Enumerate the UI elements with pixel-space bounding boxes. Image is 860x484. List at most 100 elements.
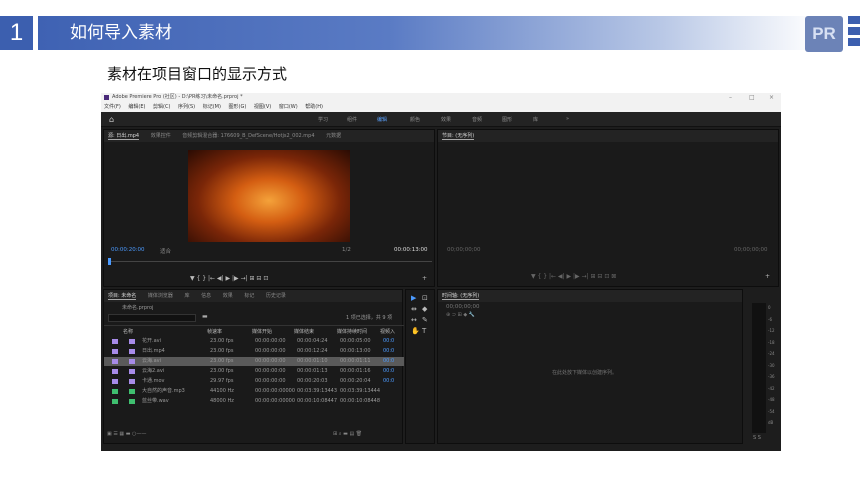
list-item[interactable]: 花开.avi 23.00 fps 00:00:00:00 00:00:04:24 00:… xyxy=(104,337,404,346)
razor-tool-icon[interactable]: ◆ xyxy=(422,305,427,313)
item-fps: 23.00 fps xyxy=(210,358,234,364)
workspace-more[interactable]: » xyxy=(566,116,569,122)
list-item[interactable]: 日出.mp4 23.00 fps 00:00:00:00 00:00:12:24 00:… xyxy=(104,347,404,356)
clip-type-icon xyxy=(129,379,135,384)
program-add-button[interactable]: + xyxy=(765,273,770,280)
label-color-swatch[interactable] xyxy=(112,379,118,384)
item-name: 云海2.avi xyxy=(142,368,165,374)
tab-history[interactable]: 历史记录 xyxy=(266,293,286,299)
menu-file[interactable]: 文件(F) xyxy=(104,104,121,110)
slip-tool-icon[interactable]: ↔ xyxy=(411,316,417,324)
col-name[interactable]: 名称 xyxy=(123,328,133,335)
program-timecode-right: 00;00;00;00 xyxy=(734,247,768,253)
program-transport-controls[interactable]: ▼ { } |← ◀| ▶ |▶ →| ⊞ ⊟ ⊡ ⊠ xyxy=(531,273,616,280)
timeline-tools[interactable]: ⊕ ⊃ ⊞ ◆ 🔧 xyxy=(446,312,475,318)
label-color-swatch[interactable] xyxy=(112,389,118,394)
meter-scale-label: dB xyxy=(768,420,774,425)
workspace-learning[interactable]: 学习 xyxy=(318,116,328,123)
maximize-button[interactable]: □ xyxy=(749,93,755,102)
tab-metadata[interactable]: 元数据 xyxy=(326,133,341,139)
menu-graphics[interactable]: 图形(G) xyxy=(229,104,247,110)
label-color-swatch[interactable] xyxy=(112,359,118,364)
logo-stripe xyxy=(848,16,860,24)
workspace-libraries[interactable]: 库 xyxy=(533,116,538,123)
home-icon[interactable]: ⌂ xyxy=(109,115,114,124)
add-button[interactable]: + xyxy=(422,275,427,282)
selection-tool-icon[interactable]: ▶ xyxy=(411,294,416,302)
new-bin-icon[interactable]: ▬ xyxy=(202,313,208,320)
menu-help[interactable]: 帮助(H) xyxy=(305,104,323,110)
workspace-editing[interactable]: 编辑 xyxy=(377,116,387,123)
project-footer-actions[interactable]: ⊞ ⌕ ▬ ▤ 🗑 xyxy=(333,431,362,437)
menu-sequence[interactable]: 序列(S) xyxy=(178,104,195,110)
item-media-end: 00:00:01:10 xyxy=(297,358,328,364)
item-media-start: 00:00:00:00 xyxy=(255,378,286,384)
tab-libraries[interactable]: 库 xyxy=(184,293,189,299)
pen-tool-icon[interactable]: ✎ xyxy=(422,316,428,324)
list-item[interactable]: 大自然的声音.mp3 44100 Hz 00:00:00:00000 00:03:39… xyxy=(104,387,404,396)
menu-marker[interactable]: 标记(M) xyxy=(203,104,221,110)
tab-media-browser[interactable]: 媒体浏览器 xyxy=(148,293,173,299)
workspace-effects[interactable]: 效果 xyxy=(441,116,451,123)
menu-edit[interactable]: 编辑(E) xyxy=(128,104,145,110)
item-video-in: 00:0 xyxy=(383,378,395,384)
meter-scale-label: -42 xyxy=(768,385,775,391)
tab-effects[interactable]: 效果 xyxy=(223,293,233,299)
source-transport-controls[interactable]: ▼ { } |← ◀| ▶ |▶ →| ⊞ ⊟ ⊡ xyxy=(190,275,268,282)
close-button[interactable]: × xyxy=(769,93,774,102)
label-color-swatch[interactable] xyxy=(112,349,118,354)
workspace-graphics[interactable]: 图形 xyxy=(502,116,512,123)
col-fps[interactable]: 帧速率 xyxy=(207,328,222,335)
hand-tool-icon[interactable]: ✋ xyxy=(411,327,420,335)
menu-clip[interactable]: 剪辑(C) xyxy=(153,104,170,110)
item-duration: 00:03:39:13444 xyxy=(340,388,381,394)
list-item[interactable]: 蓝丝带.wav 48000 Hz 00:00:00:00000 00:00:10:08… xyxy=(104,397,404,406)
menu-view[interactable]: 视图(V) xyxy=(254,104,271,110)
premiere-logo: PR xyxy=(805,16,843,52)
minimize-button[interactable]: – xyxy=(729,93,732,102)
tab-source[interactable]: 源: 日出.mp4 xyxy=(108,133,140,140)
tab-timeline[interactable]: 时间轴: (无序列) xyxy=(442,293,480,300)
item-media-end: 00:00:12:24 xyxy=(297,348,328,354)
col-duration[interactable]: 媒体持续时间 xyxy=(337,328,367,335)
resolution-dropdown[interactable]: 1/2 xyxy=(342,247,351,253)
slide-title: 如何导入素材 xyxy=(70,23,172,43)
source-tabs: 源: 日出.mp4 效果控件 音频剪辑混合器: 176609_B_DefScen… xyxy=(104,130,434,142)
tab-markers[interactable]: 标记 xyxy=(244,293,254,299)
tab-info[interactable]: 信息 xyxy=(201,293,211,299)
meter-scale-label: -12 xyxy=(768,328,775,333)
col-video-in[interactable]: 视频入 xyxy=(380,328,395,335)
tab-program[interactable]: 节目: (无序列) xyxy=(442,133,475,140)
source-timecode-in[interactable]: 00:00:20:00 xyxy=(111,247,145,253)
workspace-color[interactable]: 颜色 xyxy=(410,116,420,123)
label-color-swatch[interactable] xyxy=(112,399,118,404)
ripple-edit-tool-icon[interactable]: ⇹ xyxy=(411,305,417,313)
project-footer-tools[interactable]: ▣ ☰ ▦ ▬ ○—— xyxy=(107,431,146,437)
item-name: 大自然的声音.mp3 xyxy=(142,388,185,394)
menu-window[interactable]: 窗口(W) xyxy=(279,104,298,110)
tab-project[interactable]: 项目: 未命名 xyxy=(108,293,137,300)
solo-buttons[interactable]: S S xyxy=(753,435,761,441)
type-tool-icon[interactable]: T xyxy=(422,327,426,335)
list-item[interactable]: 云海2.avi 23.00 fps 00:00:00:00 00:00:01:13 00… xyxy=(104,367,404,376)
clip-type-icon xyxy=(129,349,135,354)
list-item[interactable]: 卡通.mov 29.97 fps 00:00:00:00 00:00:20:03 00:… xyxy=(104,377,404,386)
playhead[interactable] xyxy=(108,258,111,265)
workspace-assembly[interactable]: 组件 xyxy=(347,116,357,123)
label-color-swatch[interactable] xyxy=(112,369,118,374)
source-scrubber[interactable] xyxy=(108,261,432,262)
program-tabs: 节目: (无序列) xyxy=(438,130,778,142)
program-timecode-left: 00;00;00;00 xyxy=(447,247,481,253)
project-search-input[interactable] xyxy=(108,314,196,322)
col-media-start[interactable]: 媒体开始 xyxy=(252,328,272,335)
fit-dropdown[interactable]: 适合 xyxy=(160,247,171,255)
label-color-swatch[interactable] xyxy=(112,339,118,344)
title-bar: 如何导入素材 xyxy=(38,16,818,50)
list-item[interactable]: 云海.avi 23.00 fps 00:00:00:00 00:00:01:10 00:… xyxy=(104,357,404,366)
col-media-end[interactable]: 媒体结束 xyxy=(294,328,314,335)
workspace-audio[interactable]: 音频 xyxy=(472,116,482,123)
tab-effect-controls[interactable]: 效果控件 xyxy=(151,133,171,139)
tab-audio-mixer[interactable]: 音频剪辑混合器: 176609_B_DefScene/Hotjs2_002.mp… xyxy=(182,133,314,139)
window-titlebar: Adobe Premiere Pro (社区) - D:\PR练习\未命名.pr… xyxy=(101,93,781,102)
track-select-tool-icon[interactable]: ⊡ xyxy=(422,294,428,302)
